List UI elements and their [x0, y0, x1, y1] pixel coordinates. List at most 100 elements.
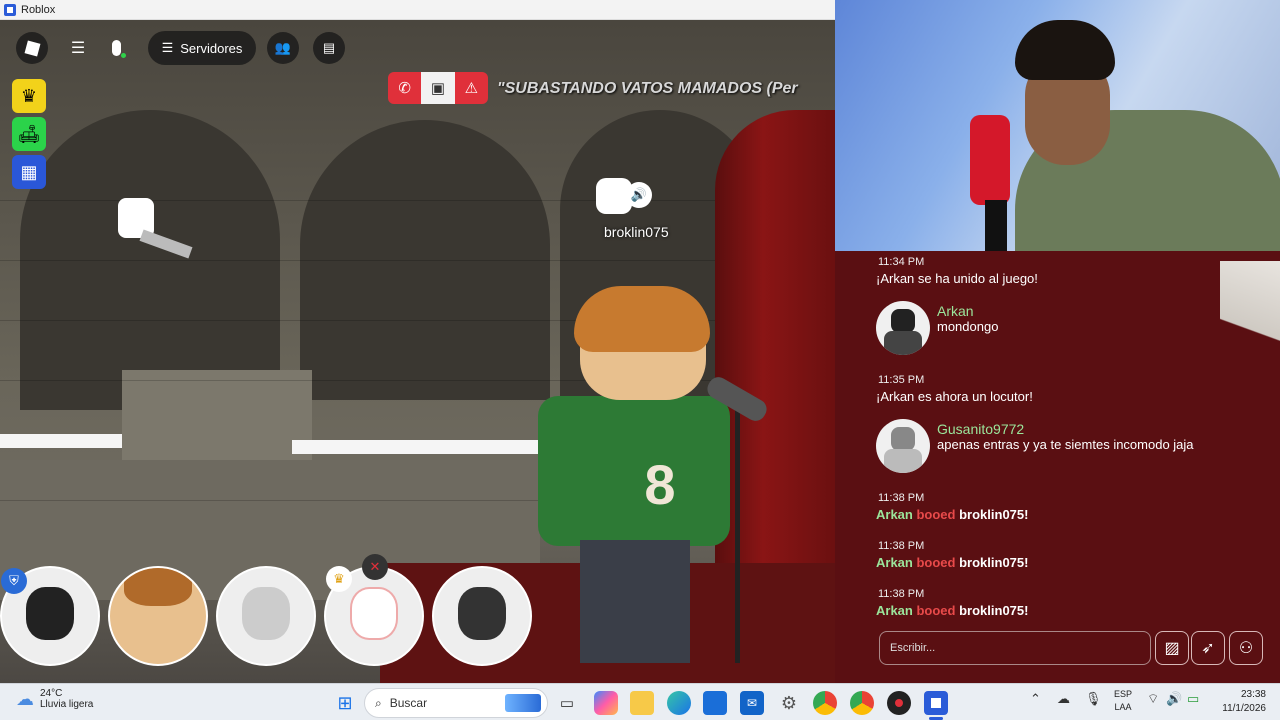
microphone-icon: 🎙 [1085, 691, 1102, 706]
hamburger-menu-button[interactable]: ☰ [62, 32, 94, 64]
store-app[interactable] [703, 691, 727, 715]
weather-temp: 24°C [40, 688, 63, 699]
character-hair [574, 286, 710, 352]
voice-avatar[interactable] [432, 566, 532, 666]
tray-overflow-button[interactable]: ⌃ [1030, 691, 1041, 707]
wifi-icon: ⌔ [1147, 691, 1160, 706]
settings-app[interactable]: ⚙ [777, 691, 801, 715]
roblox-menu-button[interactable] [16, 32, 48, 64]
avatar-head [891, 427, 915, 451]
chevron-up-icon: ⌃ [1030, 691, 1041, 706]
rain-cloud-icon: ☁ [16, 688, 34, 709]
seat-button[interactable]: 🛋 [12, 117, 46, 151]
boo-target: broklin075! [959, 555, 1029, 570]
search-icon: ⌕ [375, 695, 382, 710]
system-clock[interactable]: 23:38 11/1/2026 [1218, 688, 1266, 716]
window-titlebar: Roblox [0, 0, 835, 20]
voice-avatar[interactable] [108, 566, 208, 666]
window-title: Roblox [21, 3, 56, 16]
servers-label: Servidores [180, 40, 243, 56]
boo-actor[interactable]: Arkan [876, 603, 913, 618]
add-friend-button[interactable]: ⚇ [1229, 631, 1263, 665]
apps-grid-button[interactable]: ▦ [12, 155, 46, 189]
boo-verb: booed [916, 603, 956, 618]
chrome-profile-app[interactable] [850, 691, 874, 715]
roblox-logo-icon [24, 40, 40, 56]
copilot-app[interactable] [594, 691, 618, 715]
servers-button[interactable]: ☰ Servidores [148, 31, 256, 65]
message-time: 11:38 PM [878, 492, 925, 504]
people-icon: 👥 [274, 40, 292, 55]
battery-button[interactable]: ▭ [1187, 691, 1199, 707]
user-add-icon: ⚇ [1238, 640, 1254, 657]
shield-badge-icon: ⛨ [1, 568, 27, 594]
weather-widget[interactable]: ☁ 24°C Lluvia ligera [16, 688, 93, 710]
chat-avatar[interactable] [876, 301, 930, 355]
mic-button[interactable] [100, 32, 132, 64]
crown-badge-icon: ♛ [326, 566, 352, 592]
message-time: 11:38 PM [878, 540, 925, 552]
volume-button[interactable]: 🔊 [1166, 691, 1182, 707]
system-message: ¡Arkan es ahora un locutor! [876, 389, 1033, 404]
server-banner: "SUBASTANDO VATOS MAMADOS (Per [497, 80, 798, 97]
grid-icon: ▦ [20, 161, 38, 182]
message-time: 11:38 PM [878, 588, 925, 600]
report-button[interactable]: ⚠ [454, 72, 488, 104]
start-button[interactable]: ⊞ [333, 691, 357, 715]
mic-status-dot [121, 53, 126, 58]
voice-avatar[interactable] [216, 566, 316, 666]
chrome-app[interactable] [813, 691, 837, 715]
roblox-logo-icon [4, 3, 16, 16]
outlook-app[interactable]: ✉ [740, 691, 764, 715]
boost-button[interactable]: ➶ [1191, 631, 1225, 665]
input-language[interactable]: ESP LAA [1114, 688, 1132, 714]
webcam-person-hair [1015, 20, 1115, 80]
taskbar-search[interactable]: ⌕ Buscar [364, 688, 548, 718]
chat-avatar[interactable] [876, 419, 930, 473]
avatar-figure [26, 587, 74, 640]
backpack-icon: ▣ [430, 80, 446, 97]
boo-actor[interactable]: Arkan [876, 507, 913, 522]
edge-app[interactable] [667, 691, 691, 715]
microphone-stand [735, 395, 740, 663]
boo-actor[interactable]: Arkan [876, 555, 913, 570]
avatar-figure [124, 568, 192, 607]
wifi-button[interactable]: ⌔ [1147, 691, 1159, 707]
chat-username[interactable]: Arkan [937, 303, 974, 319]
call-action-bar: ✆ ▣ ⚠ [388, 72, 488, 104]
tray-mic-icon[interactable]: 🎙 [1085, 691, 1102, 707]
file-explorer-app[interactable] [630, 691, 654, 715]
task-view-button[interactable]: ▭ [555, 691, 579, 715]
player-nametag: broklin075 [604, 224, 669, 240]
vip-crown-button[interactable]: ♛ [12, 79, 46, 113]
gear-icon: ⚙ [780, 692, 798, 713]
avatar-figure [242, 587, 290, 640]
clock-date: 11/1/2026 [1222, 703, 1266, 714]
add-image-button[interactable]: ▨ [1155, 631, 1189, 665]
clock-time: 23:38 [1240, 689, 1266, 700]
friends-button[interactable]: 👥 [267, 32, 299, 64]
light-strip-left [0, 434, 122, 448]
paper-tear-decoration [1220, 261, 1280, 371]
boo-event: Arkan booed broklin075! [876, 507, 1028, 522]
avatar-figure [350, 587, 398, 640]
roblox-app[interactable] [924, 691, 948, 715]
tray-app-icon[interactable]: ☁ [1057, 691, 1070, 707]
boo-verb: booed [916, 555, 956, 570]
character-legs [580, 540, 690, 663]
avatar-body [884, 331, 922, 355]
capture-app[interactable] [887, 691, 911, 715]
battery-icon: ▭ [1187, 691, 1200, 706]
inventory-button[interactable]: ▣ [421, 72, 455, 104]
hangup-button[interactable]: ✆ [388, 72, 422, 104]
chat-input[interactable]: Escribir... [879, 631, 1151, 665]
search-highlight-image [505, 694, 541, 712]
windows-logo-icon: ⊞ [337, 692, 353, 713]
chat-toggle-button[interactable]: ▤ [313, 32, 345, 64]
record-icon [895, 699, 903, 707]
server-list-icon: ☰ [161, 40, 174, 55]
lang-top: ESP [1114, 689, 1133, 699]
chat-username[interactable]: Gusanito9772 [937, 421, 1024, 437]
system-message: ¡Arkan se ha unido al juego! [876, 271, 1038, 286]
character-torso [538, 396, 730, 546]
